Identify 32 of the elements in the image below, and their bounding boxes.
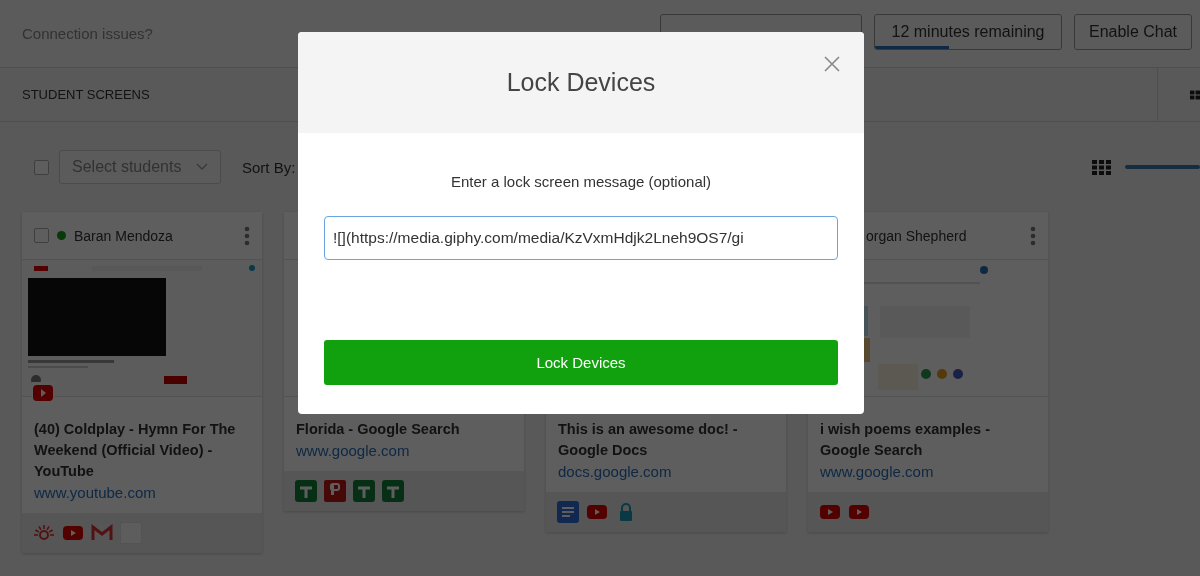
- message-prompt: Enter a lock screen message (optional): [450, 173, 712, 190]
- more-options-icon[interactable]: [1030, 225, 1036, 246]
- classroom-icon: [295, 480, 317, 502]
- student-name: organ Shepherd: [865, 227, 968, 244]
- page-url[interactable]: docs.google.com: [558, 463, 774, 480]
- enable-chat-button[interactable]: Enable Chat: [1074, 13, 1192, 50]
- classroom-icon: [353, 480, 375, 502]
- page-title: This is an awesome doc! - Google Docs: [558, 420, 739, 460]
- select-all-checkbox[interactable]: [34, 159, 49, 175]
- grid-view-icon[interactable]: [1092, 159, 1111, 175]
- lock-message-field[interactable]: ![](https://media.giphy.com/media/KzVxmHdjk2Lneh9OS7/gi: [324, 216, 838, 260]
- dialog-title: Lock Devices: [506, 68, 656, 97]
- classroom-icon: [382, 480, 404, 502]
- page-title: (40) Coldplay - Hymn For The Weekend (Official Video) - YouTube: [34, 420, 237, 481]
- section-title: STUDENT SCREENS: [22, 87, 151, 102]
- page-title: Florida - Google Search: [296, 420, 461, 439]
- page-url[interactable]: www.google.com: [820, 463, 1036, 480]
- timer-button[interactable]: 12 minutes remaining: [874, 13, 1062, 50]
- youtube-icon: [33, 385, 53, 401]
- sort-label: Sort By:: [242, 158, 297, 176]
- page-title: i wish poems examples - Google Search: [820, 420, 992, 460]
- page-url[interactable]: www.youtube.com: [34, 484, 250, 501]
- close-icon: [822, 54, 842, 74]
- page-url[interactable]: www.google.com: [296, 442, 512, 459]
- student-checkbox[interactable]: [34, 228, 49, 243]
- lock-devices-button[interactable]: Lock Devices: [324, 340, 838, 385]
- chevron-down-icon: [196, 163, 208, 171]
- more-options-icon[interactable]: [244, 225, 250, 246]
- student-name: Baran Mendoza: [74, 227, 174, 244]
- close-button[interactable]: [822, 54, 842, 74]
- letter-tile-icon: [324, 480, 346, 502]
- document-icon: [557, 501, 579, 523]
